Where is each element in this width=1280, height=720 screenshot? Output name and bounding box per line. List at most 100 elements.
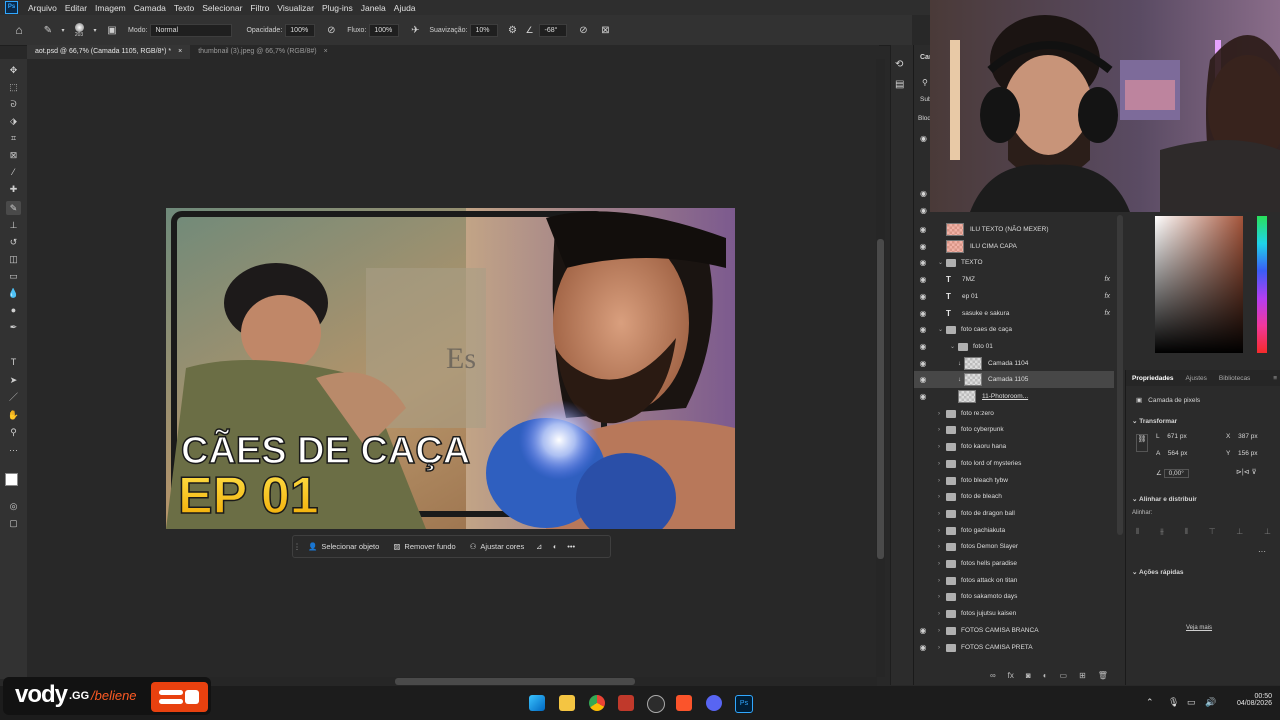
- align-left-icon[interactable]: ⫴: [1136, 527, 1139, 537]
- layer-row[interactable]: › foto bleach tybw: [914, 472, 1114, 489]
- align-top-icon[interactable]: ⊤: [1209, 527, 1216, 537]
- layer-effects-icon[interactable]: fx: [1105, 293, 1110, 300]
- type-tool-icon[interactable]: T: [6, 355, 21, 369]
- remove-background-button[interactable]: ▨ Remover fundo: [386, 542, 462, 551]
- chevron-right-icon[interactable]: ›: [938, 461, 946, 467]
- file-explorer-icon[interactable]: [559, 695, 575, 711]
- x-field[interactable]: X 387 px: [1226, 433, 1258, 440]
- chevron-right-icon[interactable]: ›: [938, 494, 946, 500]
- history-panel-icon[interactable]: ⟲: [895, 59, 903, 70]
- search-icon[interactable]: ⚲: [922, 78, 928, 87]
- quick-mask-icon[interactable]: ◎: [6, 499, 21, 513]
- comments-panel-icon[interactable]: ▤: [895, 79, 904, 90]
- eye-icon[interactable]: ◉: [914, 643, 932, 652]
- layer-row[interactable]: › foto re:zero: [914, 405, 1114, 422]
- eye-icon[interactable]: ◉: [914, 242, 932, 251]
- tab-adjustments[interactable]: Ajustes: [1180, 375, 1213, 382]
- object-selection-icon[interactable]: ⬗: [6, 114, 21, 128]
- align-right-icon[interactable]: ⫴: [1185, 527, 1188, 537]
- flow-input[interactable]: 100%: [369, 23, 400, 37]
- menu-item-imagem[interactable]: Imagem: [91, 3, 130, 13]
- new-group-icon[interactable]: ▭: [1060, 671, 1068, 683]
- eye-icon[interactable]: ◉: [914, 325, 932, 334]
- pen-tool-icon[interactable]: ✒: [6, 320, 21, 334]
- photoshop-taskbar-icon[interactable]: Ps: [735, 695, 753, 713]
- foreground-color-swatch[interactable]: [5, 473, 18, 486]
- eye-icon[interactable]: ◉: [920, 189, 927, 198]
- close-icon[interactable]: ×: [178, 48, 182, 55]
- eye-icon[interactable]: ◉: [914, 392, 932, 401]
- menu-item-arquivo[interactable]: Arquivo: [24, 3, 61, 13]
- mask-icon[interactable]: ◐: [547, 542, 563, 551]
- tray-chevron-icon[interactable]: ⌃: [1146, 697, 1154, 708]
- brush-settings-icon[interactable]: ▣: [104, 25, 120, 36]
- dodge-icon[interactable]: ●: [6, 303, 21, 317]
- chevron-right-icon[interactable]: ›: [938, 427, 946, 433]
- chevron-down-icon[interactable]: ▾: [58, 27, 68, 34]
- eye-icon[interactable]: ◉: [914, 309, 932, 318]
- chevron-right-icon[interactable]: ›: [938, 544, 946, 550]
- angle-input[interactable]: -68°: [539, 23, 568, 37]
- pressure-size-icon[interactable]: ⊘: [575, 25, 591, 36]
- tab-properties[interactable]: Propriedades: [1126, 375, 1180, 382]
- smoothing-input[interactable]: 10%: [470, 23, 499, 37]
- tab-thumbnail-jpeg[interactable]: thumbnail (3).jpeg @ 66,7% (RGB/8#) ×: [190, 45, 335, 59]
- layer-row[interactable]: ◉ › FOTOS CAMISA PRETA: [914, 639, 1114, 656]
- layer-row[interactable]: › foto gachiakuta: [914, 522, 1114, 539]
- layer-row[interactable]: ◉ ↓ Camada 1105: [914, 371, 1114, 388]
- frame-tool-icon[interactable]: ⊠: [6, 148, 21, 162]
- align-section-header[interactable]: ⌄ Alinhar e distribuir: [1132, 495, 1197, 503]
- layer-row[interactable]: ◉ ⌄ TEXTO: [914, 254, 1114, 271]
- clock[interactable]: 00:50 04/08/2026: [1222, 693, 1272, 707]
- transform-icon[interactable]: ⊿: [531, 542, 547, 551]
- tab-libraries[interactable]: Bibliotecas: [1213, 375, 1256, 382]
- layer-row[interactable]: › fotos hells paradise: [914, 555, 1114, 572]
- airbrush-icon[interactable]: ✈: [407, 25, 423, 36]
- layer-effects-icon[interactable]: fx: [1105, 310, 1110, 317]
- horizontal-scroll-thumb[interactable]: [395, 678, 635, 685]
- quick-actions-header[interactable]: ⌄ Ações rápidas: [1132, 568, 1183, 576]
- new-layer-icon[interactable]: ⊞: [1079, 671, 1086, 683]
- marquee-tool-icon[interactable]: ⬚: [6, 80, 21, 94]
- delete-layer-icon[interactable]: 🗑: [1098, 671, 1108, 683]
- menu-item-camada[interactable]: Camada: [130, 3, 170, 13]
- mode-select[interactable]: Normal: [150, 23, 233, 37]
- eye-icon[interactable]: ◉: [914, 359, 932, 368]
- eye-icon[interactable]: ◉: [914, 342, 932, 351]
- chevron-down-icon[interactable]: ⌄: [938, 326, 946, 333]
- layer-row[interactable]: › foto cyberpunk: [914, 421, 1114, 438]
- discord-icon[interactable]: [706, 695, 722, 711]
- align-center-icon[interactable]: ⫵: [1160, 527, 1164, 537]
- eye-icon[interactable]: ◉: [914, 626, 932, 635]
- eye-icon[interactable]: ◉: [920, 206, 927, 215]
- vertical-scrollbar[interactable]: [876, 59, 885, 677]
- brush-tool-icon[interactable]: ✎: [38, 25, 58, 36]
- chevron-down-icon[interactable]: ▾: [90, 27, 100, 34]
- adjust-colors-button[interactable]: ⚇ Ajustar cores: [463, 542, 532, 551]
- layer-row[interactable]: ◉ T 7MZ fx: [914, 271, 1114, 288]
- home-icon[interactable]: ⌂: [8, 23, 30, 37]
- line-tool-icon[interactable]: ／: [6, 390, 21, 404]
- drag-handle-icon[interactable]: ⋮: [293, 542, 301, 551]
- chevron-right-icon[interactable]: ›: [938, 528, 946, 534]
- menu-item-ajuda[interactable]: Ajuda: [390, 3, 420, 13]
- align-middle-icon[interactable]: ⊥: [1236, 527, 1243, 537]
- flip-icons[interactable]: ⊳|⊲ ⊽: [1236, 468, 1257, 476]
- layer-row[interactable]: ◉ 11-Photoroom...: [914, 388, 1114, 405]
- close-icon[interactable]: ×: [324, 48, 328, 55]
- windows-start-icon[interactable]: [529, 695, 545, 711]
- brush-tool-icon[interactable]: ✎: [6, 201, 21, 215]
- eye-icon[interactable]: ◉: [914, 292, 932, 301]
- menu-item-editar[interactable]: Editar: [61, 3, 91, 13]
- add-mask-icon[interactable]: ◙: [1026, 671, 1031, 683]
- pressure-opacity-icon[interactable]: ⊘: [323, 25, 339, 36]
- chevron-down-icon[interactable]: ⌄: [938, 259, 946, 266]
- layer-row[interactable]: › foto sakamoto days: [914, 588, 1114, 605]
- menu-item-visualizar[interactable]: Visualizar: [273, 3, 318, 13]
- chevron-right-icon[interactable]: ›: [938, 594, 946, 600]
- layer-row[interactable]: ◉ Tep 01 fx: [914, 288, 1114, 305]
- transform-section-header[interactable]: ⌄ Transformar: [1132, 417, 1177, 425]
- layer-row[interactable]: ◉ ⌄ foto 01: [914, 338, 1114, 355]
- vertical-scroll-thumb[interactable]: [877, 239, 884, 559]
- move-tool-icon[interactable]: ✥: [6, 63, 21, 77]
